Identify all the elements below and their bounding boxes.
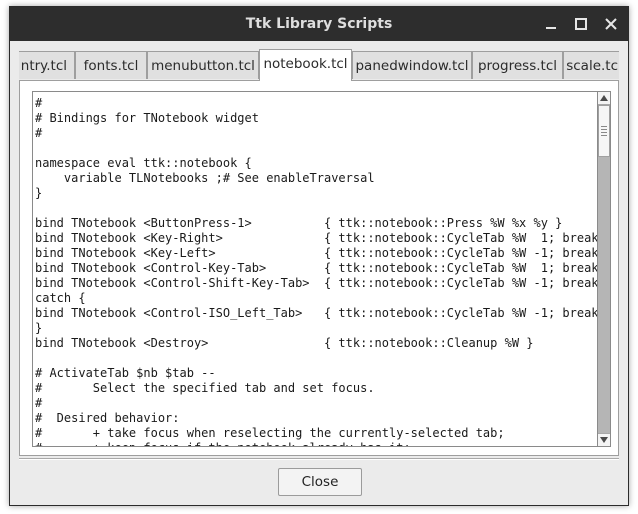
- scroll-up-arrow-icon: [600, 95, 608, 101]
- tab-panedwindow[interactable]: panedwindow.tcl: [352, 51, 472, 79]
- code-line: variable TLNotebooks ;# See enableTraver…: [35, 171, 375, 185]
- close-window-button[interactable]: [601, 14, 621, 34]
- code-line: # Select the specified tab and set focus…: [35, 381, 375, 395]
- code-line: bind TNotebook <Destroy> { ttk::notebook…: [35, 336, 534, 350]
- ttk-library-scripts-window: Ttk Library Scripts ntry.tcl fonts.tcl m…: [9, 6, 629, 506]
- code-line: # + keep focus if the notebook already h…: [35, 441, 597, 446]
- window-title: Ttk Library Scripts: [245, 16, 393, 32]
- tab-fonts[interactable]: fonts.tcl: [75, 51, 147, 79]
- minimize-button[interactable]: [541, 14, 561, 34]
- maximize-button[interactable]: [571, 14, 591, 34]
- code-line: # Desired behavior:: [35, 411, 180, 425]
- code-line: #: [35, 126, 43, 140]
- code-line: }: [35, 186, 43, 200]
- code-line: bind TNotebook <Key-Right> { ttk::notebo…: [35, 231, 597, 245]
- code-line: bind TNotebook <Control-ISO_Left_Tab> { …: [35, 306, 597, 320]
- tab-scale[interactable]: scale.tcl: [563, 51, 619, 79]
- code-line: bind TNotebook <Control-Key-Tab> { ttk::…: [35, 261, 597, 275]
- separator: [19, 458, 619, 460]
- vertical-scrollbar[interactable]: [597, 91, 611, 447]
- minimize-icon: [546, 27, 556, 29]
- code-line: }: [35, 321, 43, 335]
- code-line: # + take focus when reselecting the curr…: [35, 426, 505, 440]
- code-line: #: [35, 396, 43, 410]
- script-text-view[interactable]: # # Bindings for TNotebook widget # namespa…: [32, 91, 597, 447]
- code-line: bind TNotebook <ButtonPress-1> { ttk::no…: [35, 216, 563, 230]
- scrollbar-thumb[interactable]: [598, 105, 610, 157]
- code-line: # ActivateTab $nb $tab --: [35, 366, 216, 380]
- tab-notebook[interactable]: notebook.tcl: [259, 49, 352, 81]
- code-line: bind TNotebook <Control-Shift-Key-Tab> {…: [35, 276, 597, 290]
- maximize-icon: [575, 18, 587, 30]
- code-line: #: [35, 96, 43, 110]
- notebook-tabbar: ntry.tcl fonts.tcl menubutton.tcl notebo…: [19, 49, 619, 81]
- code-content: # # Bindings for TNotebook widget # namespa…: [33, 92, 597, 446]
- tab-menubutton[interactable]: menubutton.tcl: [147, 51, 259, 79]
- scrollbar-trough[interactable]: [598, 105, 610, 433]
- scroll-down-button[interactable]: [598, 433, 610, 446]
- tab-progress[interactable]: progress.tcl: [472, 51, 563, 79]
- code-line: catch {: [35, 291, 86, 305]
- scroll-up-button[interactable]: [598, 92, 610, 105]
- notebook-panel: # # Bindings for TNotebook widget # namespa…: [19, 80, 619, 456]
- code-line: bind TNotebook <Key-Left> { ttk::noteboo…: [35, 246, 597, 260]
- titlebar[interactable]: Ttk Library Scripts: [10, 7, 628, 41]
- code-line: # Bindings for TNotebook widget: [35, 111, 259, 125]
- close-icon: [605, 18, 617, 30]
- code-line: namespace eval ttk::notebook {: [35, 156, 252, 170]
- close-button[interactable]: Close: [278, 468, 362, 496]
- scroll-down-arrow-icon: [600, 437, 608, 443]
- tab-entry[interactable]: ntry.tcl: [19, 51, 75, 79]
